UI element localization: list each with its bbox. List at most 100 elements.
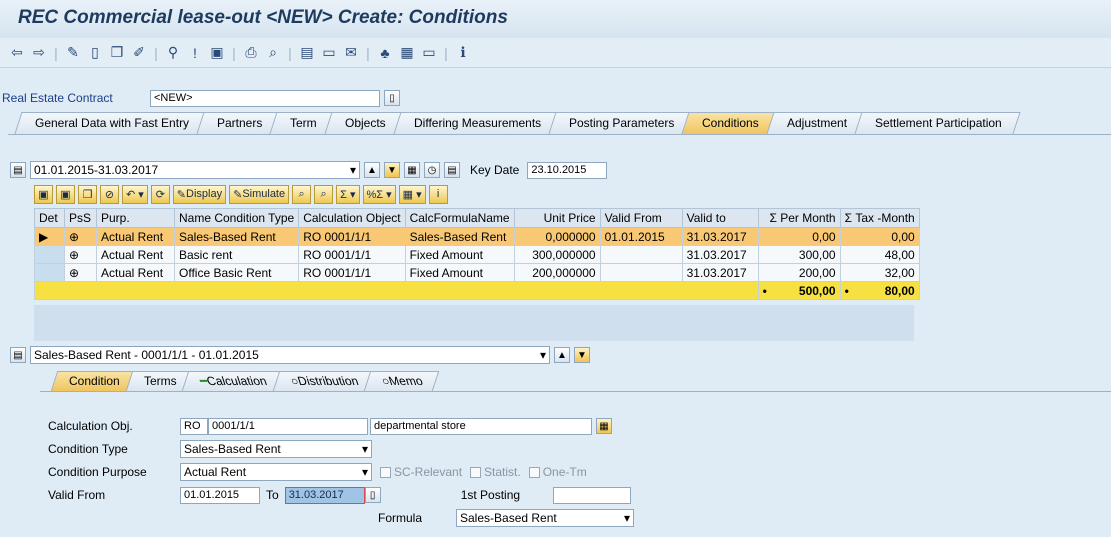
statist-checkbox[interactable]: Statist. [470,465,521,479]
tab-partners[interactable]: Partners [196,112,281,134]
tab-adjustment[interactable]: Adjustment [766,112,866,134]
contract-doc-icon[interactable]: ▯ [384,90,400,106]
cell-price: 0,000000 [513,227,601,246]
tab-objects[interactable]: Objects [324,112,405,134]
link-icon[interactable]: ⚲ [164,44,182,62]
tab-distribution[interactable]: ○ Distribution [272,371,375,391]
col-valid-from[interactable]: Valid From [599,208,683,228]
formula-select[interactable]: Sales-Based Rent ▾ [456,509,634,527]
col-per-month[interactable]: Σ Per Month [757,208,841,228]
new-doc-icon[interactable]: ▯ [86,44,104,62]
subtotal-icon[interactable]: %Σ ▾ [362,184,396,204]
tab-memo[interactable]: ○ Memo [364,371,440,391]
toolbar-separator: | [154,44,158,61]
find-icon[interactable]: ⌕ [292,184,312,204]
valid-to-field[interactable]: 31.03.2017 [284,486,365,504]
cond-type-select[interactable]: Sales-Based Rent ▾ [180,440,372,458]
folder-icon[interactable]: ▤ [10,162,26,178]
simulate-button[interactable]: ✎ Simulate [229,184,290,204]
create-icon[interactable]: ▣ [56,184,75,204]
cond-purpose-select[interactable]: Actual Rent ▾ [180,463,372,481]
info-icon[interactable]: i [428,184,448,204]
delete-icon[interactable]: ⊘ [100,184,119,204]
layout-icon[interactable]: ▦ ▾ [398,184,426,204]
tab-differing-measurements[interactable]: Differing Measurements [393,112,560,134]
mail-icon[interactable]: ✉ [342,44,360,62]
key-date-field[interactable]: 23.10.2015 [527,161,608,179]
col-purp[interactable]: Purp. [96,208,175,228]
period-up-button[interactable]: ▲ [364,162,380,178]
col-tax-month[interactable]: Σ Tax -Month [839,208,920,228]
conditions-table: Det PsS Purp. Name Condition Type Calcul… [34,208,920,300]
copy-icon[interactable]: ❐ [108,44,126,62]
hierarchy-icon[interactable]: ♣ [376,44,394,62]
cell-name: Sales-Based Rent [173,227,300,246]
info-flag-icon[interactable]: ! [186,44,204,62]
print-icon[interactable]: ⎙ [242,44,260,62]
copy-row-icon[interactable]: ❐ [78,184,97,204]
period-list-icon[interactable]: ▤ [444,162,460,178]
first-posting-field[interactable] [552,486,631,504]
refresh-icon[interactable]: ⟳ [150,184,170,204]
tab-posting-parameters[interactable]: Posting Parameters [548,112,693,134]
col-valid-to[interactable]: Valid to [681,208,759,228]
cond-type-value: Sales-Based Rent [184,442,281,456]
row-detail-marker[interactable]: ▶ [34,227,65,246]
tab-calculation[interactable]: ━ Calculation [182,371,284,391]
col-det[interactable]: Det [34,208,65,228]
calendar-icon[interactable]: ▯ [364,487,381,503]
col-unit-price[interactable]: Unit Price [513,208,601,228]
find-icon[interactable]: ⌕ [264,44,282,62]
tab-general-data[interactable]: General Data with Fast Entry [14,112,208,134]
condition-icon: ⊕ [64,245,97,264]
tab-conditions[interactable]: Conditions [681,112,778,134]
layout-icon[interactable]: ▤ [298,44,316,62]
screen-icon[interactable]: ▭ [420,44,438,62]
undo-icon[interactable]: ↶ ▾ [122,184,148,204]
calc-obj-id-field[interactable]: 0001/1/1 [208,417,368,435]
condition-select-row: ▤ Sales-Based Rent - 0001/1/1 - 01.01.20… [10,345,590,365]
col-calculation-object[interactable]: Calculation Object [298,208,406,228]
clock-icon[interactable]: ◷ [424,162,440,178]
condition-up-button[interactable]: ▲ [554,347,570,363]
sc-relevant-checkbox[interactable]: SC-Relevant [380,465,462,479]
chevron-down-icon: ▾ [349,163,356,177]
info-icon[interactable]: ℹ [454,44,472,62]
cell-from: 01.01.2015 [599,227,683,246]
one-tm-checkbox[interactable]: One-Tm [528,465,587,479]
period-select[interactable]: 01.01.2015-31.03.2017 ▾ [30,161,360,179]
valid-from-field[interactable]: 01.01.2015 [180,486,260,504]
col-calc-formula-name[interactable]: CalcFormulaName [404,208,515,228]
object-selection-icon[interactable]: ▦ [596,418,612,434]
details-icon[interactable]: ▣ [34,184,53,204]
doc-icon[interactable]: ▭ [320,44,338,62]
grid-icon[interactable]: ▦ [398,44,416,62]
back-icon[interactable]: ⇦ [8,44,26,62]
cell-tax: 32,00 [839,263,920,282]
period-down-button[interactable]: ▼ [384,162,400,178]
calc-obj-type-field[interactable]: RO [180,417,208,435]
row-detail-marker[interactable] [34,263,65,282]
contract-number-field[interactable]: <NEW> [150,89,380,107]
folder-icon[interactable]: ▤ [10,347,26,363]
condition-select-value: Sales-Based Rent - 0001/1/1 - 01.01.2015 [34,348,259,362]
col-pss[interactable]: PsS [64,208,97,228]
save-icon[interactable]: ▣ [208,44,226,62]
forward-icon[interactable]: ⇨ [30,44,48,62]
table-row[interactable]: ⊕ Actual Rent Basic rent RO 0001/1/1 Fix… [34,245,920,264]
row-detail-marker[interactable] [34,245,65,264]
condition-select[interactable]: Sales-Based Rent - 0001/1/1 - 01.01.2015… [30,346,550,364]
condition-down-button[interactable]: ▼ [574,347,590,363]
pen-icon[interactable]: ✎ [64,44,82,62]
change-icon[interactable]: ✐ [130,44,148,62]
cell-purp: Actual Rent [96,245,175,264]
tab-settlement-participation[interactable]: Settlement Participation [854,112,1021,134]
col-name-condition-type[interactable]: Name Condition Type [173,208,300,228]
find-next-icon[interactable]: ⌕ [314,184,334,204]
tab-condition[interactable]: Condition [50,371,136,391]
table-row[interactable]: ⊕ Actual Rent Office Basic Rent RO 0001/… [34,263,920,282]
period-grid-icon[interactable]: ▦ [404,162,420,178]
sum-icon[interactable]: Σ ▾ [336,184,360,204]
table-row[interactable]: ▶ ⊕ Actual Rent Sales-Based Rent RO 0001… [34,227,920,246]
display-button[interactable]: ✎ Display [172,184,227,204]
